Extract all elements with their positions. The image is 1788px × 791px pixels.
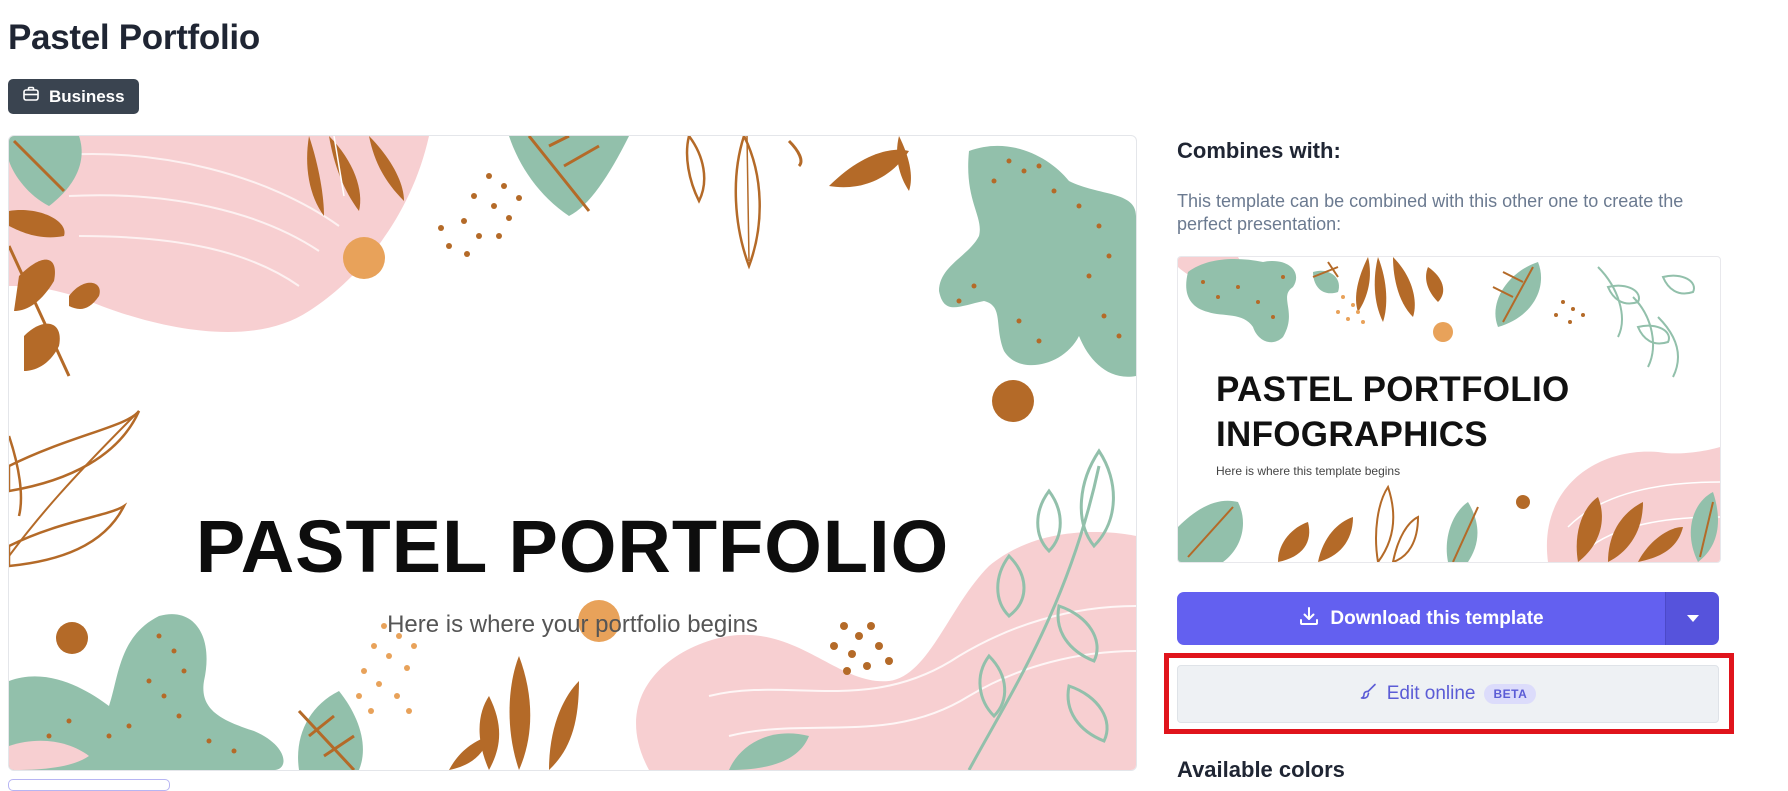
slide-subtitle: Here is where your portfolio begins (387, 611, 758, 638)
download-label: Download this template (1330, 607, 1544, 629)
download-dropdown-toggle[interactable] (1665, 592, 1719, 645)
edit-online-button[interactable]: Edit online BETA (1177, 665, 1719, 723)
edit-online-label: Edit online (1386, 683, 1476, 704)
category-label: Business (49, 86, 125, 106)
template-sidebar: Combines with: This template can be comb… (1164, 0, 1734, 784)
partial-button-outline[interactable] (8, 779, 170, 791)
download-button-group: Download this template (1177, 592, 1719, 645)
combined-template-thumbnail[interactable]: PASTEL PORTFOLIO INFOGRAPHICS Here is wh… (1177, 256, 1721, 563)
combined-title-line1: PASTEL PORTFOLIO (1216, 370, 1570, 409)
category-badge-business[interactable]: Business (8, 79, 139, 114)
combined-template-subtitle: Here is where this template begins (1216, 464, 1401, 478)
brush-icon (1360, 682, 1378, 706)
combined-title-line2: INFOGRAPHICS (1216, 415, 1488, 454)
available-colors-heading: Available colors (1177, 757, 1345, 782)
download-icon (1298, 605, 1320, 633)
page-title: Pastel Portfolio (8, 18, 260, 57)
combines-with-description: This template can be combined with this … (1177, 191, 1684, 234)
template-preview[interactable]: PASTEL PORTFOLIO Here is where your port… (8, 135, 1137, 771)
download-template-button[interactable]: Download this template (1177, 592, 1665, 645)
combines-with-heading: Combines with: (1177, 138, 1341, 163)
caret-down-icon (1686, 610, 1700, 628)
beta-badge: BETA (1484, 684, 1537, 704)
combined-template-title: PASTEL PORTFOLIO INFOGRAPHICS (1216, 367, 1570, 457)
slide-title: PASTEL PORTFOLIO (195, 505, 950, 588)
slide-decoration (9, 136, 1136, 770)
briefcase-icon (22, 85, 40, 108)
